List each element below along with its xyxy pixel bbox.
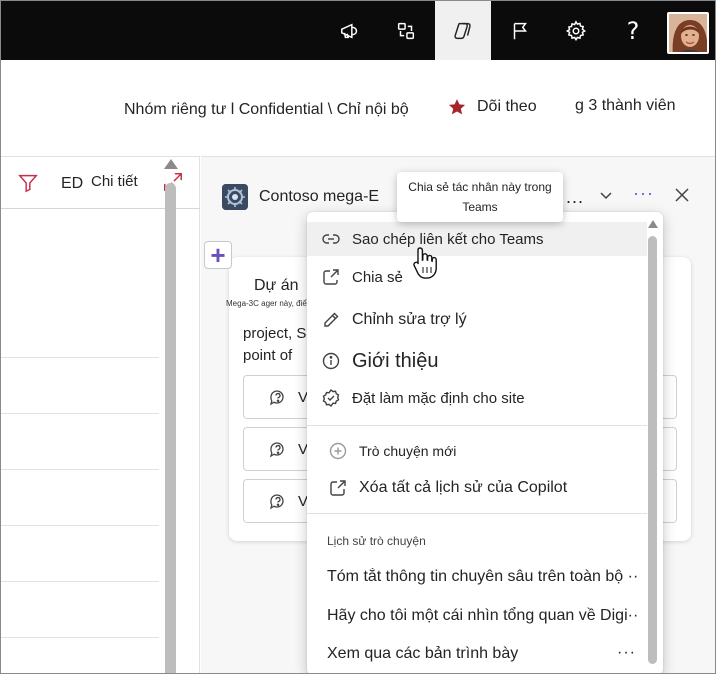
copy-teams-link-item[interactable]: Sao chép liên kết cho Teams xyxy=(307,222,647,256)
history-section-label: Lịch sử trò chuyện xyxy=(327,534,426,548)
menu-divider xyxy=(307,425,647,426)
agent-title: Contoso mega-E xyxy=(259,188,380,205)
info-icon xyxy=(322,352,340,370)
chevron-down-icon[interactable] xyxy=(598,187,614,203)
follow-button[interactable]: Dõi theo xyxy=(447,97,537,117)
list-row-divider xyxy=(1,413,159,414)
edit-assistant-item[interactable]: Chỉnh sửa trợ lý xyxy=(307,304,647,336)
connect-icon xyxy=(397,22,415,39)
hand-cursor-icon xyxy=(413,247,437,279)
connect-button[interactable] xyxy=(378,1,434,60)
about-item[interactable]: Giới thiệu xyxy=(307,344,647,378)
gear-icon xyxy=(565,19,586,41)
ed-label: ED xyxy=(61,175,84,192)
set-default-item[interactable]: Đặt làm mặc định cho site xyxy=(307,382,647,414)
follow-label: Dõi theo xyxy=(477,98,537,115)
scroll-up-arrow-icon[interactable] xyxy=(164,159,178,169)
details-button[interactable]: Chi tiết xyxy=(91,173,138,190)
add-button[interactable]: + xyxy=(204,241,232,269)
site-info-bar: Nhóm riêng tư l Confidential \ Chỉ nội b… xyxy=(1,93,715,123)
scroll-thumb[interactable] xyxy=(165,183,176,673)
menu-divider xyxy=(307,513,647,514)
clear-history-item[interactable]: Xóa tất cả lịch sử của Copilot xyxy=(307,472,647,504)
new-chat-item[interactable]: Trò chuyện mới xyxy=(307,435,647,467)
badge-check-icon xyxy=(322,388,340,408)
tooltip-line: Teams xyxy=(462,200,498,214)
avatar[interactable] xyxy=(667,12,709,54)
chat-help-icon xyxy=(269,494,284,510)
open-external-icon xyxy=(330,480,346,496)
app-window: ? Nhóm riêng tư l Confidential \ Chỉ nội… xyxy=(0,0,716,674)
copilot-icon xyxy=(454,22,471,39)
list-scrollbar[interactable] xyxy=(164,159,178,673)
history-item[interactable]: Tóm tắt thông tin chuyên sâu trên toàn b… xyxy=(327,568,639,586)
agent-options-menu: Sao chép liên kết cho Teams Chia sẻ Chỉn… xyxy=(307,212,663,673)
help-icon: ? xyxy=(626,16,640,45)
share-item[interactable]: Chia sẻ xyxy=(307,261,647,293)
megaphone-button[interactable] xyxy=(322,1,378,60)
history-more-button[interactable]: ··· xyxy=(617,644,636,662)
scroll-thumb[interactable] xyxy=(648,236,657,664)
menu-item-label: Đặt làm mặc định cho site xyxy=(352,389,525,407)
flag-button[interactable] xyxy=(492,1,548,60)
menu-scrollbar[interactable] xyxy=(647,220,659,672)
profile-photo xyxy=(669,14,707,52)
more-options-button[interactable]: ··· xyxy=(633,183,654,204)
pencil-icon xyxy=(324,312,339,327)
menu-item-label: Xóa tất cả lịch sử của Copilot xyxy=(359,479,568,496)
chat-add-icon xyxy=(329,442,347,460)
list-row-divider xyxy=(1,581,159,582)
copilot-button[interactable] xyxy=(435,1,491,60)
list-row-divider xyxy=(1,357,159,358)
menu-item-label: Giới thiệu xyxy=(352,349,439,372)
share-agent-tooltip: Chia sẻ tác nhân này trong Teams xyxy=(397,172,563,222)
settings-button[interactable] xyxy=(548,1,604,60)
suite-header: ? xyxy=(1,1,715,60)
filter-icon[interactable] xyxy=(17,172,39,194)
members-button[interactable]: g 3 thành viên xyxy=(575,97,676,115)
scroll-up-arrow-icon[interactable] xyxy=(648,220,658,228)
flag-icon xyxy=(513,22,527,39)
help-button[interactable]: ? xyxy=(605,1,661,60)
agent-logo xyxy=(222,184,248,210)
card-text-line: point of xyxy=(243,347,293,364)
card-text-line: project, S xyxy=(243,325,307,342)
sensitivity-label[interactable]: Nhóm riêng tư l Confidential \ Chỉ nội b… xyxy=(124,101,409,119)
share-icon xyxy=(323,269,339,285)
megaphone-icon xyxy=(341,22,358,39)
card-tab-label[interactable]: Dự án xyxy=(254,277,299,295)
list-row-divider xyxy=(1,637,159,638)
menu-item-label: Trò chuyện mới xyxy=(359,443,457,459)
history-item[interactable]: Hãy cho tôi một cái nhìn tổng quan về Di… xyxy=(327,607,639,625)
star-icon xyxy=(448,99,466,115)
list-row-divider xyxy=(1,469,159,470)
chat-help-icon xyxy=(269,390,284,406)
tooltip-line: Chia sẻ tác nhân này trong xyxy=(408,180,552,194)
history-item[interactable]: Xem qua các bản trình bày xyxy=(327,645,639,663)
menu-item-label: Chia sẻ xyxy=(352,268,403,286)
menu-item-label: Sao chép liên kết cho Teams xyxy=(352,230,544,248)
agent-menu-button[interactable]: ... xyxy=(566,187,584,208)
close-icon[interactable] xyxy=(673,186,691,204)
menu-item-label: Chỉnh sửa trợ lý xyxy=(352,311,467,328)
agent-logo-icon xyxy=(222,184,248,210)
chat-help-icon xyxy=(269,442,284,458)
link-icon xyxy=(322,234,340,244)
list-row-divider xyxy=(1,525,159,526)
